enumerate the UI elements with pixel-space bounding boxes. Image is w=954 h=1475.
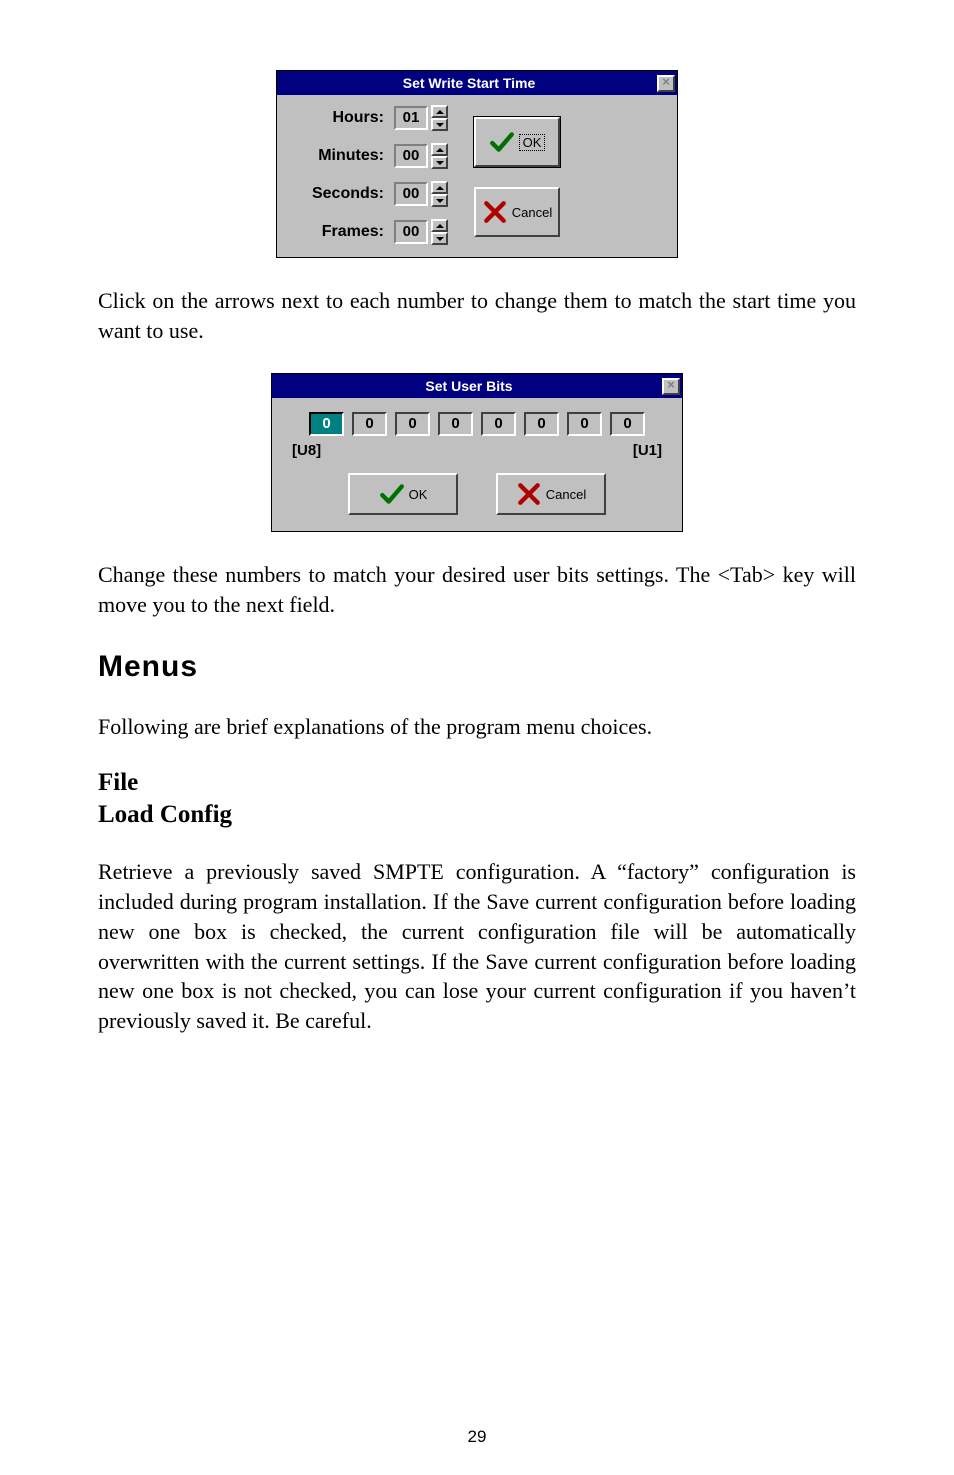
dialog-titlebar: Set User Bits × (272, 374, 682, 398)
user-bit-field-7[interactable]: 0 (352, 412, 387, 436)
seconds-label: Seconds: (289, 185, 394, 203)
set-user-bits-dialog: Set User Bits × 0 0 0 0 0 0 0 0 [U8] [U1… (271, 373, 683, 532)
user-bit-field-4[interactable]: 0 (481, 412, 516, 436)
ok-button-label: OK (409, 487, 428, 502)
chevron-down-icon (436, 123, 444, 127)
paragraph-2: Change these numbers to match your desir… (98, 560, 856, 619)
minutes-label: Minutes: (289, 147, 394, 165)
frames-up-button[interactable] (431, 219, 448, 232)
dialog-title: Set Write Start Time (281, 75, 657, 91)
seconds-row: Seconds: 00 (289, 181, 448, 207)
cancel-button[interactable]: Cancel (496, 473, 606, 515)
u1-label: [U1] (633, 442, 662, 459)
frames-row: Frames: 00 (289, 219, 448, 245)
hours-field[interactable]: 01 (394, 106, 428, 130)
cancel-button-label: Cancel (546, 487, 586, 502)
minutes-down-button[interactable] (431, 156, 448, 169)
file-heading: File (98, 769, 856, 797)
hours-down-button[interactable] (431, 118, 448, 131)
load-config-heading: Load Config (98, 801, 856, 829)
user-bit-field-8[interactable]: 0 (309, 412, 344, 436)
chevron-up-icon (436, 148, 444, 152)
checkmark-icon (489, 129, 515, 155)
ok-button[interactable]: OK (474, 117, 560, 167)
seconds-down-button[interactable] (431, 194, 448, 207)
chevron-down-icon (436, 237, 444, 241)
minutes-row: Minutes: 00 (289, 143, 448, 169)
cancel-button[interactable]: Cancel (474, 187, 560, 237)
frames-down-button[interactable] (431, 232, 448, 245)
seconds-spinner (431, 181, 448, 207)
chevron-up-icon (436, 110, 444, 114)
x-icon (516, 481, 542, 507)
dialog-title: Set User Bits (276, 378, 662, 394)
frames-spinner (431, 219, 448, 245)
close-icon[interactable]: × (662, 378, 680, 395)
minutes-spinner (431, 143, 448, 169)
dialog-titlebar: Set Write Start Time × (277, 71, 677, 95)
seconds-up-button[interactable] (431, 181, 448, 194)
hours-label: Hours: (289, 109, 394, 127)
ok-button[interactable]: OK (348, 473, 458, 515)
seconds-field[interactable]: 00 (394, 182, 428, 206)
minutes-up-button[interactable] (431, 143, 448, 156)
checkmark-icon (379, 481, 405, 507)
menus-heading: Menus (98, 650, 856, 684)
paragraph-3: Following are brief explanations of the … (98, 712, 856, 742)
set-write-start-time-dialog: Set Write Start Time × Hours: 01 (276, 70, 678, 258)
user-bit-field-5[interactable]: 0 (438, 412, 473, 436)
user-bits-labels: [U8] [U1] (288, 436, 666, 459)
x-icon (482, 199, 508, 225)
hours-spinner (431, 105, 448, 131)
paragraph-1: Click on the arrows next to each number … (98, 286, 856, 345)
u8-label: [U8] (292, 442, 321, 459)
chevron-up-icon (436, 186, 444, 190)
close-icon[interactable]: × (657, 75, 675, 92)
chevron-down-icon (436, 161, 444, 165)
user-bit-field-2[interactable]: 0 (567, 412, 602, 436)
frames-field[interactable]: 00 (394, 220, 428, 244)
hours-row: Hours: 01 (289, 105, 448, 131)
frames-label: Frames: (289, 223, 394, 241)
cancel-button-label: Cancel (512, 205, 552, 220)
user-bit-field-1[interactable]: 0 (610, 412, 645, 436)
page-number: 29 (0, 1427, 954, 1447)
user-bit-field-3[interactable]: 0 (524, 412, 559, 436)
user-bit-field-6[interactable]: 0 (395, 412, 430, 436)
document-page: { "dialog1": { "title": "Set Write Start… (0, 0, 954, 1475)
ok-button-label: OK (519, 134, 546, 151)
paragraph-4: Retrieve a previously saved SMPTE config… (98, 857, 856, 1035)
chevron-up-icon (436, 224, 444, 228)
minutes-field[interactable]: 00 (394, 144, 428, 168)
hours-up-button[interactable] (431, 105, 448, 118)
chevron-down-icon (436, 199, 444, 203)
user-bits-row: 0 0 0 0 0 0 0 0 (288, 412, 666, 436)
